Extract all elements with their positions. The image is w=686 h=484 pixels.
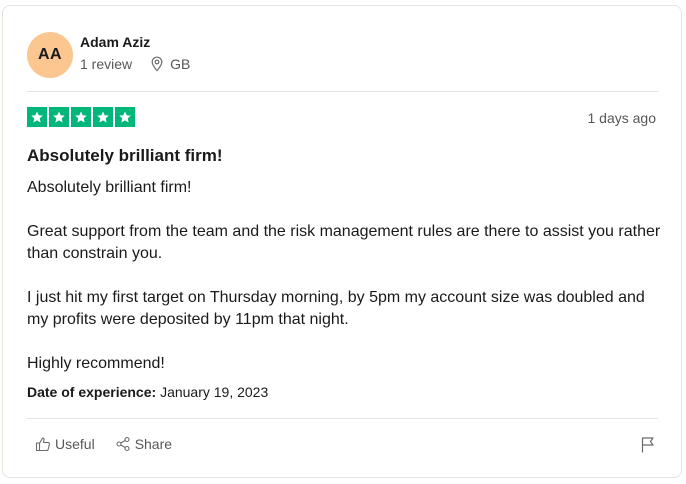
thumbs-up-icon <box>35 436 51 452</box>
useful-label: Useful <box>55 436 95 452</box>
star-icon <box>93 107 113 127</box>
experience-label: Date of experience: <box>27 384 157 400</box>
star-icon <box>49 107 69 127</box>
location-pin-icon <box>150 56 164 72</box>
star-icon <box>71 107 91 127</box>
review-title[interactable]: Absolutely brilliant firm! <box>27 146 223 166</box>
review-paragraph: Great support from the team and the risk… <box>27 223 661 262</box>
date-of-experience: Date of experience: January 19, 2023 <box>27 384 268 400</box>
review-actions: Useful Share <box>35 436 172 452</box>
reviewer-meta: 1 review GB <box>80 56 190 72</box>
share-label: Share <box>134 436 173 452</box>
review-card: AA Adam Aziz 1 review GB 1 days ago Abso… <box>2 5 682 478</box>
review-date: 1 days ago <box>587 110 657 126</box>
flag-icon <box>640 437 656 458</box>
share-icon <box>115 436 131 452</box>
share-button[interactable]: Share <box>115 436 172 452</box>
review-count: 1 review <box>80 56 133 72</box>
reviewer-country: GB <box>170 56 191 72</box>
useful-button[interactable]: Useful <box>35 436 95 452</box>
reviewer-name[interactable]: Adam Aziz <box>80 34 150 50</box>
star-icon <box>115 107 135 127</box>
experience-date: January 19, 2023 <box>160 384 269 400</box>
reviewer-header: AA Adam Aziz 1 review GB <box>27 32 658 94</box>
review-paragraph: I just hit my first target on Thursday m… <box>27 289 645 328</box>
review-body: Absolutely brilliant firm! Great support… <box>27 177 667 375</box>
star-rating <box>27 107 135 127</box>
avatar[interactable]: AA <box>27 32 73 78</box>
footer-divider <box>27 418 658 419</box>
review-paragraph: Absolutely brilliant firm! <box>27 179 192 196</box>
review-paragraph: Highly recommend! <box>27 355 165 372</box>
header-divider <box>27 91 658 92</box>
star-icon <box>27 107 47 127</box>
report-flag-button[interactable] <box>640 436 656 459</box>
